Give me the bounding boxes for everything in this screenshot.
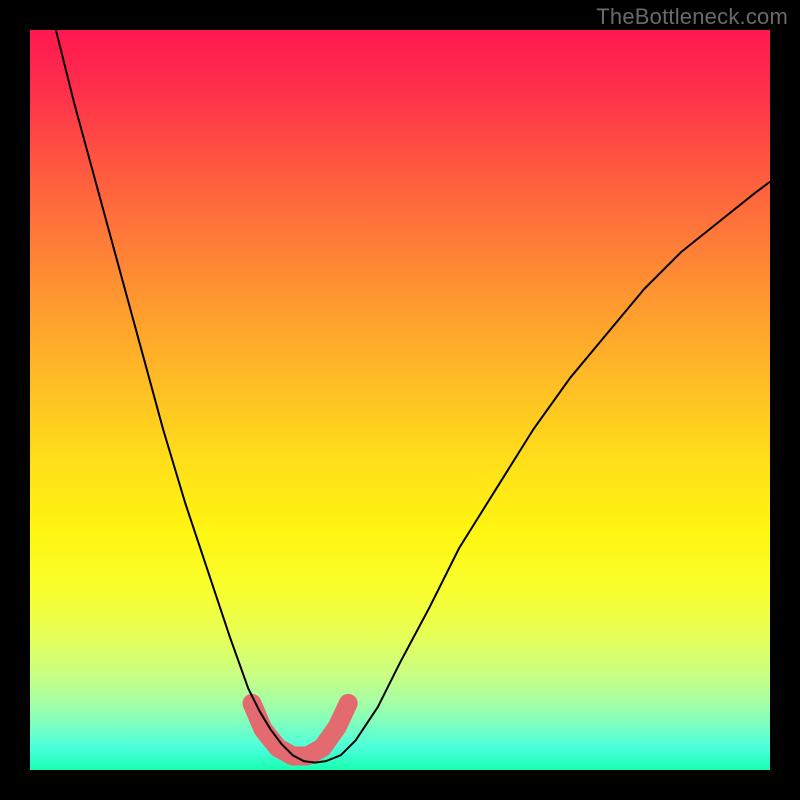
curve-overlay xyxy=(30,30,770,770)
series-bottleneck-curve xyxy=(56,30,770,763)
watermark-text: TheBottleneck.com xyxy=(596,4,788,30)
plot-area xyxy=(30,30,770,770)
chart-container: TheBottleneck.com xyxy=(0,0,800,800)
series-marker-outline xyxy=(252,703,348,756)
